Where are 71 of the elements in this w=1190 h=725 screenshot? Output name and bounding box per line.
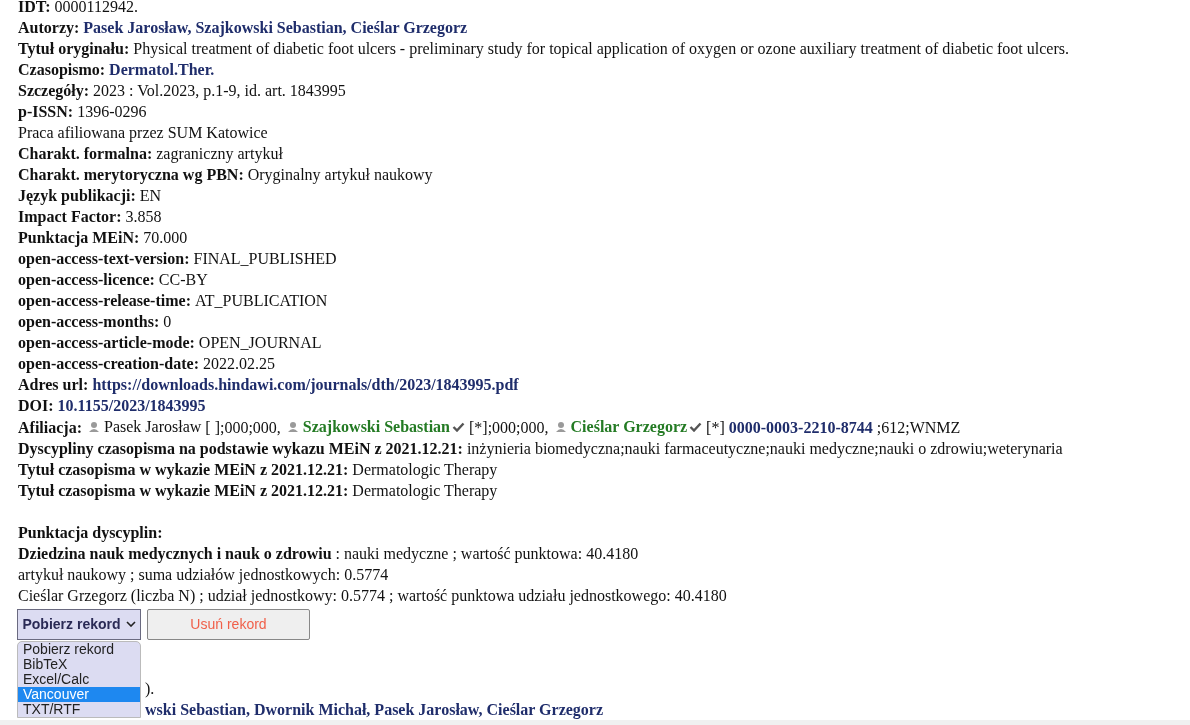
field-value: zagraniczny artykuł: [156, 145, 283, 162]
field-value: Dermatologic Therapy: [352, 460, 498, 478]
field-label: Tytuł czasopisma w wykazie MEiN z 2021.12.21:: [18, 460, 349, 478]
field-value: artykuł naukowy ; suma udziałów jednostkowych: 0.5774: [18, 565, 389, 583]
field-value: inżynieria biomedyczna;nauki farmaceutyczne;nauki medyczne;nauki o zdrowiu;weterynaria: [466, 439, 1063, 457]
field-value: 70.000: [143, 229, 188, 246]
record-link[interactable]: wski Sebastian, Dwornik Michał, Pasek Jarosław, Cieślar Grzegorz: [145, 700, 604, 718]
field-label: Afiliacja:: [18, 418, 82, 436]
field-value: 0000112942.: [54, 0, 138, 15]
record-link[interactable]: 0000-0003-2210-8744: [728, 418, 873, 436]
field-value: 2023 : Vol.2023, p.1-9, id. art. 1843995: [93, 82, 346, 99]
field-label: Punktacja MEiN:: [18, 229, 140, 246]
author-name: Szajkowski Sebastian: [302, 417, 450, 437]
author-name: Pasek Jarosław: [104, 417, 202, 437]
dropdown-option[interactable]: TXT/RTF: [18, 701, 140, 717]
field-value: [*]: [706, 418, 725, 436]
field-value: [*];000;000,: [469, 418, 549, 436]
field-value: OPEN_JOURNAL: [198, 334, 322, 351]
download-select[interactable]: Pobierz rekord: [17, 608, 141, 640]
field-value: 0: [163, 313, 172, 330]
person-icon: [554, 420, 567, 433]
field-value: 2022.02.25: [203, 355, 275, 372]
field-value: CC-BY: [158, 271, 208, 288]
field-value: Oryginalny artykuł naukowy: [247, 166, 433, 183]
record-link[interactable]: Pasek Jarosław, Szajkowski Sebastian, Cieślar Grzegorz: [83, 19, 468, 36]
field-value: : nauki medyczne ; wartość punktowa: 40.4180: [335, 544, 639, 562]
field-label: open-access-creation-date:: [18, 355, 199, 372]
field-label: open-access-text-version:: [18, 250, 190, 267]
field-value: ).: [145, 679, 155, 697]
field-label: Charakt. merytoryczna wg PBN:: [18, 166, 244, 183]
person-icon: [88, 420, 100, 433]
field-label: Adres url:: [18, 376, 89, 393]
record-link[interactable]: 10.1155/2023/1843995: [57, 397, 206, 414]
caret-icon: [125, 621, 136, 627]
field-label: Język publikacji:: [18, 187, 136, 204]
field-label: Punktacja dyscyplin:: [18, 523, 163, 541]
field-label: Tytuł oryginału:: [18, 40, 130, 57]
dropdown-option[interactable]: Excel/Calc: [18, 671, 140, 687]
field-label: IDT:: [18, 0, 51, 15]
record-link[interactable]: https://downloads.hindawi.com/journals/dth/2023/1843995.pdf: [92, 376, 519, 393]
field-value: Dermatologic Therapy: [352, 481, 498, 499]
field-value: EN: [139, 187, 162, 204]
author-name: Cieślar Grzegorz: [570, 417, 688, 437]
dropdown-option[interactable]: Vancouver: [18, 686, 140, 702]
field-value: Praca afiliowana przez SUM Katowice: [18, 124, 268, 141]
field-value: Physical treatment of diabetic foot ulcers - preliminary study for topical application of oxygen or ozone auxiliary treatment of diabetic foot ulcers.: [133, 40, 1069, 57]
record-link[interactable]: Dermatol.Ther.: [109, 61, 215, 78]
person-icon: [286, 420, 299, 433]
field-value: FINAL_PUBLISHED: [193, 250, 337, 267]
field-label: Dyscypliny czasopisma na podstawie wykazu MEiN z 2021.12.21:: [18, 439, 463, 457]
field-value: AT_PUBLICATION: [194, 292, 328, 309]
dropdown-option[interactable]: BibTeX: [18, 656, 140, 672]
field-label: Impact Factor:: [18, 208, 122, 225]
field-value: Cieślar Grzegorz (liczba N) ; udział jednostkowy: 0.5774 ; wartość punktowa udziału jednostkowego: 40.4180: [18, 586, 727, 604]
field-label: Szczegóły:: [18, 82, 90, 99]
field-value: [ ];000;000,: [205, 418, 281, 436]
field-label: Tytuł czasopisma w wykazie MEiN z 2021.12.21:: [18, 481, 349, 499]
field-label: p-ISSN:: [18, 103, 74, 120]
field-label: open-access-months:: [18, 313, 160, 330]
field-label: open-access-release-time:: [18, 292, 191, 309]
field-label: DOI:: [18, 397, 54, 414]
field-label: open-access-article-mode:: [18, 334, 195, 351]
field-value: 3.858: [125, 208, 162, 225]
field-label: Charakt. formalna:: [18, 145, 153, 162]
dropdown-option[interactable]: Pobierz rekord: [18, 641, 140, 657]
field-value: ;612;WNMZ: [876, 418, 961, 436]
field-label: Czasopismo:: [18, 61, 106, 78]
field-label: open-access-licence:: [18, 271, 155, 288]
field-value: 1396-0296: [77, 103, 147, 120]
field-label: Dziedzina nauk medycznych i nauk o zdrowiu: [18, 544, 332, 562]
field-label: Autorzy:: [18, 19, 80, 36]
